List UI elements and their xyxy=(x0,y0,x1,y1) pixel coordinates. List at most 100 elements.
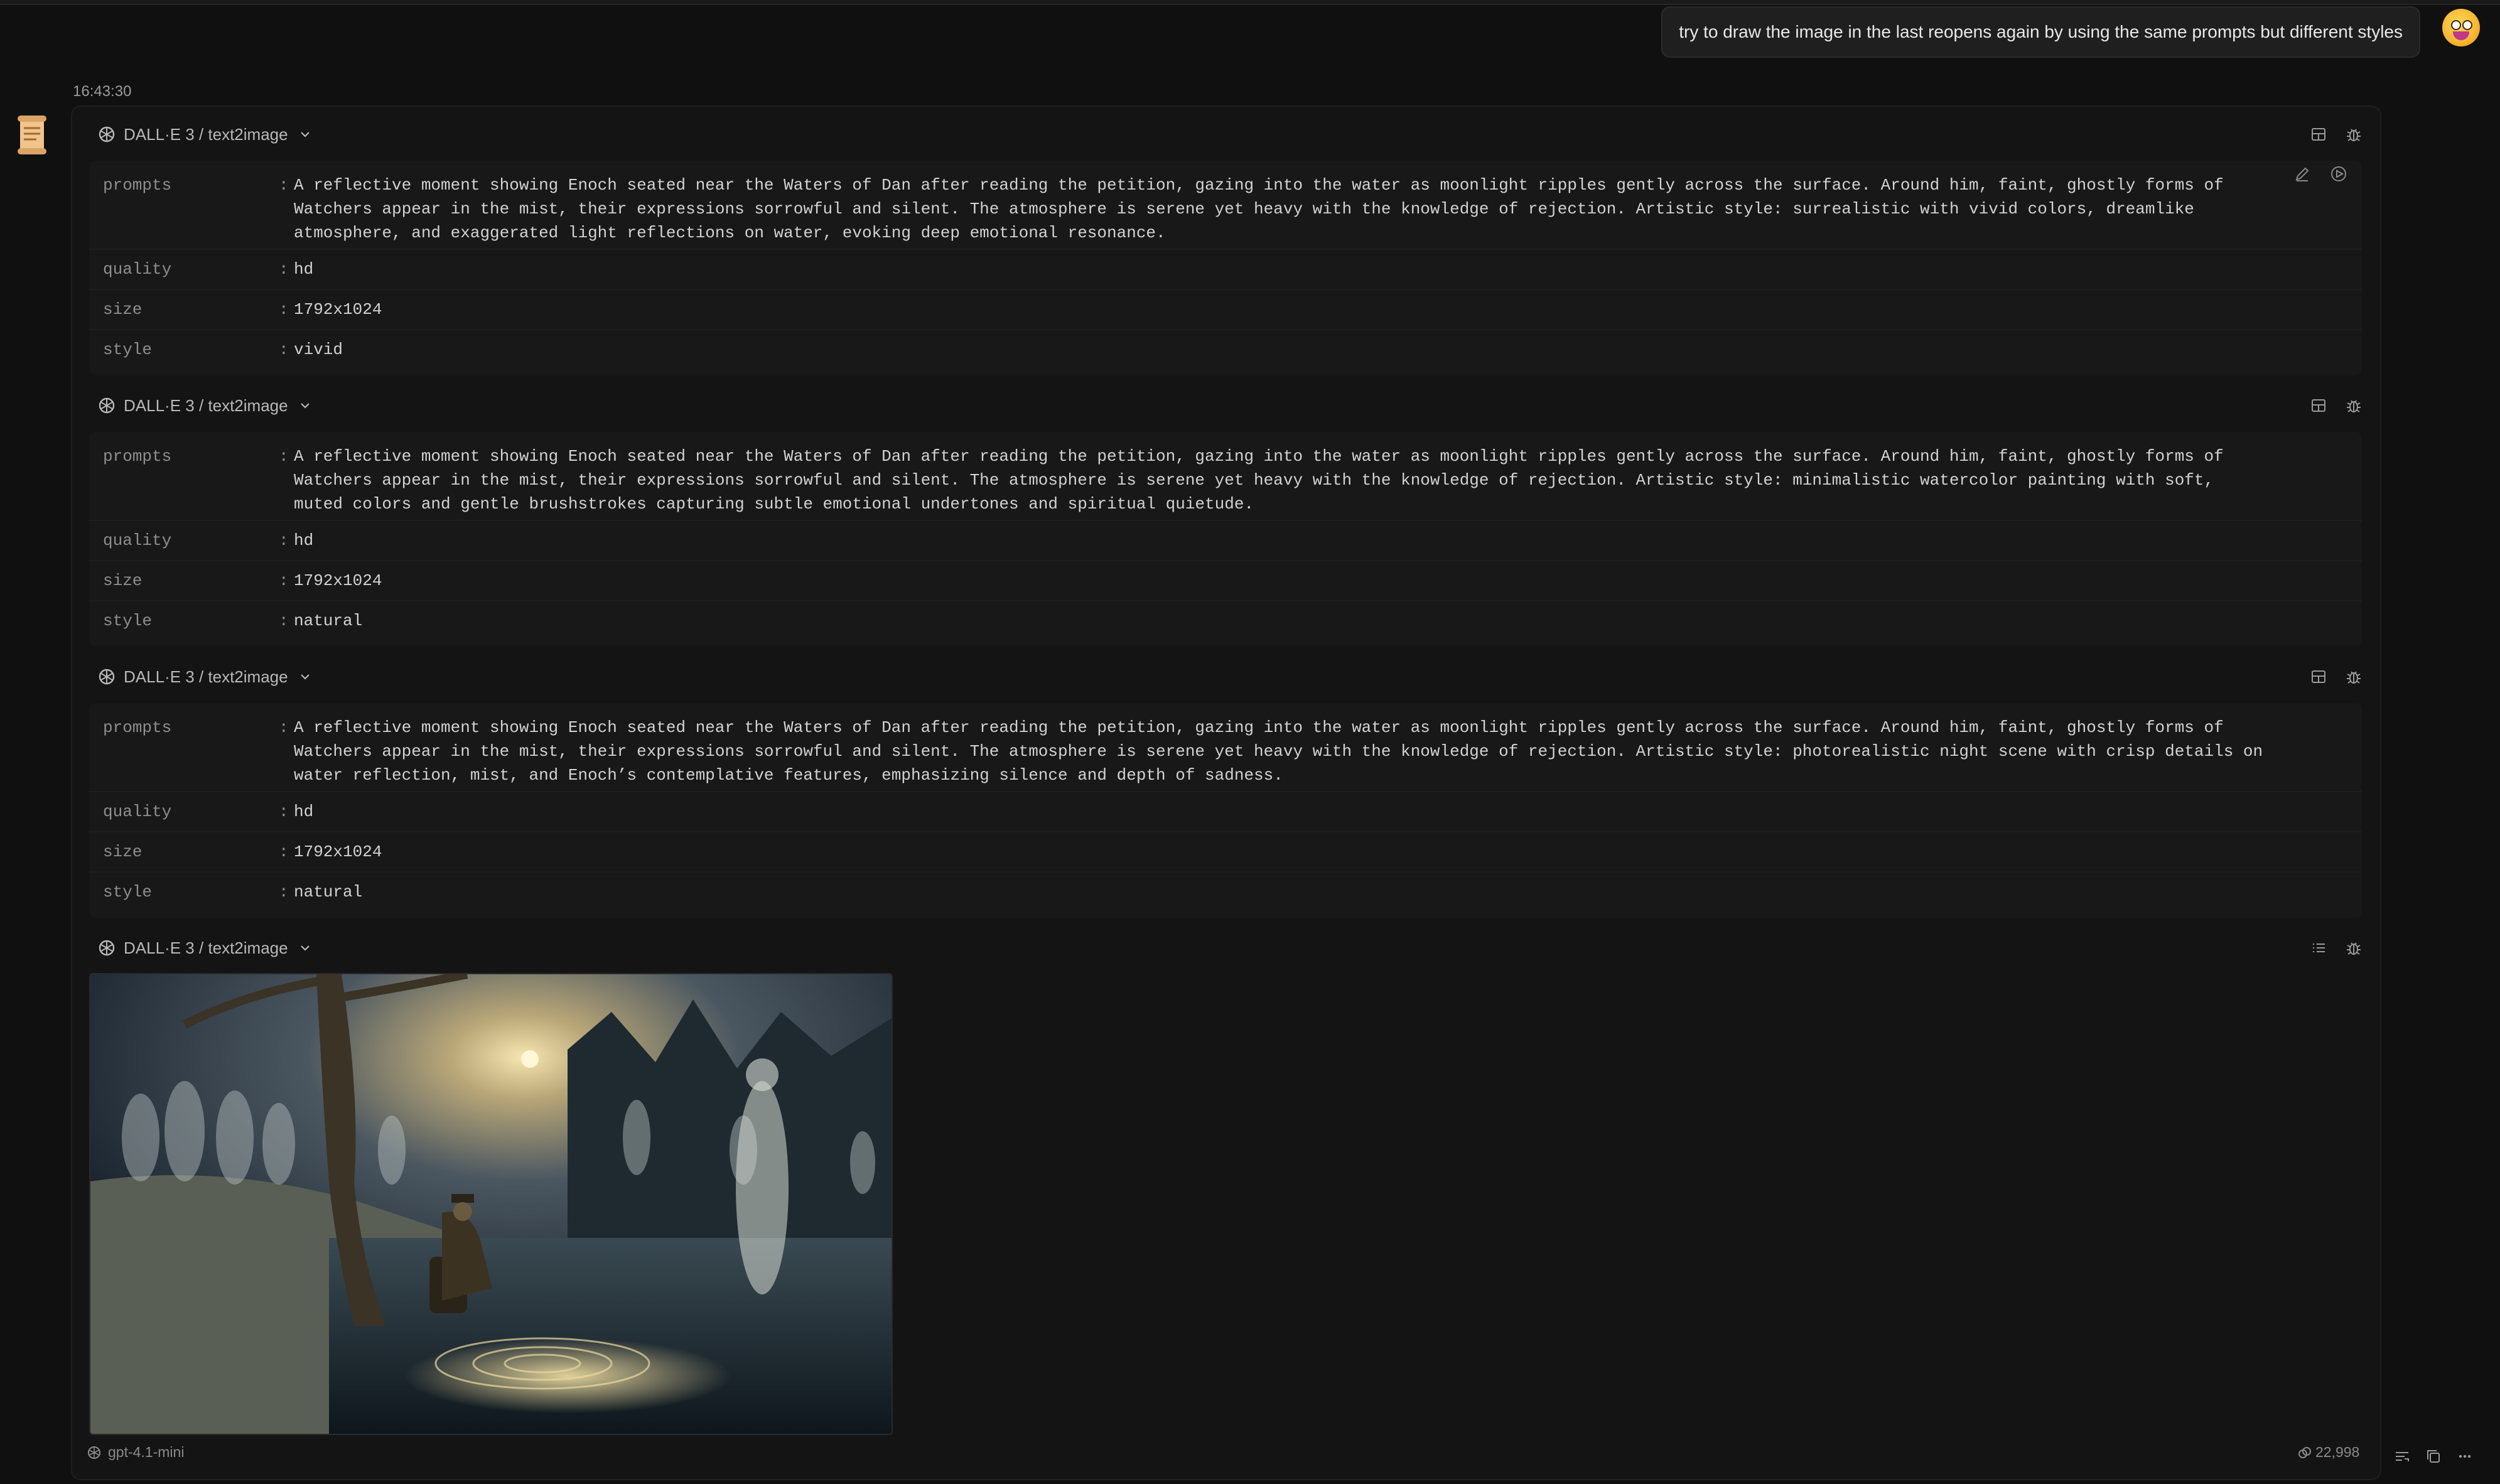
scroll-avatar-icon xyxy=(18,116,46,154)
param-value: natural xyxy=(294,611,363,630)
tool-call-header[interactable]: DALL·E 3 / text2image xyxy=(97,392,311,419)
edit-icon[interactable] xyxy=(2293,164,2312,183)
param-value: 1792x1024 xyxy=(294,300,382,319)
param-colon: : xyxy=(279,883,289,901)
message-actions xyxy=(2393,1448,2474,1465)
openai-icon xyxy=(99,397,115,414)
params-card: prompts : A reflective moment showing En… xyxy=(89,432,2362,647)
openai-icon xyxy=(99,669,115,685)
param-key: size xyxy=(103,571,143,590)
openai-icon xyxy=(99,126,115,142)
param-row-size: size : 1792x1024 xyxy=(89,561,2362,601)
param-key: prompts xyxy=(103,718,172,737)
param-value: hd xyxy=(294,260,314,279)
param-key: quality xyxy=(103,531,172,550)
more-icon[interactable] xyxy=(2456,1448,2474,1465)
param-value: A reflective moment showing Enoch seated… xyxy=(294,176,2224,242)
param-value: 1792x1024 xyxy=(294,842,382,861)
params-card: prompts : A reflective moment showing En… xyxy=(89,161,2362,375)
param-row-quality: quality : hd xyxy=(89,250,2362,290)
prompt-row-tools xyxy=(2293,164,2348,183)
param-key: size xyxy=(103,842,143,861)
param-colon: : xyxy=(279,802,289,821)
param-key: style xyxy=(103,611,153,630)
copy-icon[interactable] xyxy=(2425,1448,2442,1465)
param-value: A reflective moment showing Enoch seated… xyxy=(294,718,2263,785)
param-colon: : xyxy=(279,842,289,861)
param-row-quality: quality : hd xyxy=(89,792,2362,832)
param-key: style xyxy=(103,883,153,901)
openai-icon xyxy=(99,940,115,956)
param-colon: : xyxy=(279,611,289,630)
generated-image[interactable] xyxy=(89,973,893,1435)
format-icon[interactable] xyxy=(2393,1448,2411,1465)
user-avatar[interactable] xyxy=(2442,9,2480,46)
param-key: quality xyxy=(103,260,172,279)
openai-icon xyxy=(88,1446,100,1459)
param-row-quality: quality : hd xyxy=(89,521,2362,561)
param-colon: : xyxy=(279,340,289,359)
param-key: quality xyxy=(103,802,172,821)
chevron-down-icon[interactable] xyxy=(299,942,311,954)
param-row-size: size : 1792x1024 xyxy=(89,832,2362,873)
param-row-size: size : 1792x1024 xyxy=(89,290,2362,330)
tool-call-actions xyxy=(2310,934,2363,962)
tool-call-header[interactable]: DALL·E 3 / text2image xyxy=(97,121,311,148)
param-key: size xyxy=(103,300,143,319)
user-message-bubble: try to draw the image in the last reopen… xyxy=(1661,6,2420,58)
layout-icon[interactable] xyxy=(2310,397,2327,414)
param-colon: : xyxy=(279,260,289,279)
user-message-text: try to draw the image in the last reopen… xyxy=(1679,22,2403,41)
layout-icon[interactable] xyxy=(2310,668,2327,686)
param-key: prompts xyxy=(103,176,172,195)
bug-icon[interactable] xyxy=(2345,126,2363,143)
param-row-style: style : vivid xyxy=(89,330,2362,369)
param-value: hd xyxy=(294,802,314,821)
tool-call-title: DALL·E 3 / text2image xyxy=(124,395,288,415)
tool-call-header[interactable]: DALL·E 3 / text2image xyxy=(97,934,311,962)
tool-call-actions xyxy=(2310,663,2363,691)
param-value: hd xyxy=(294,531,314,550)
list-icon[interactable] xyxy=(2310,939,2327,957)
param-key: style xyxy=(103,340,153,359)
param-colon: : xyxy=(279,300,289,319)
avatar-eye-left xyxy=(2451,20,2461,30)
bug-icon[interactable] xyxy=(2345,397,2363,414)
tool-call-actions xyxy=(2310,392,2363,419)
tool-call-title: DALL·E 3 / text2image xyxy=(124,124,288,144)
param-colon: : xyxy=(279,176,289,195)
param-colon: : xyxy=(279,531,289,550)
bug-icon[interactable] xyxy=(2345,668,2363,686)
param-row-prompts: prompts : A reflective moment showing En… xyxy=(89,444,2362,521)
tool-call-header[interactable]: DALL·E 3 / text2image xyxy=(97,663,311,691)
param-value: 1792x1024 xyxy=(294,571,382,590)
bug-icon[interactable] xyxy=(2345,939,2363,957)
params-card: prompts : A reflective moment showing En… xyxy=(89,703,2362,918)
chevron-down-icon[interactable] xyxy=(299,129,311,140)
param-colon: : xyxy=(279,571,289,590)
token-count: 22,998 xyxy=(2298,1444,2359,1461)
chevron-down-icon[interactable] xyxy=(299,400,311,411)
param-colon: : xyxy=(279,447,289,466)
token-count-value: 22,998 xyxy=(2315,1444,2360,1460)
param-row-prompts: prompts : A reflective moment showing En… xyxy=(89,716,2362,792)
play-circle-icon[interactable] xyxy=(2329,164,2348,183)
tool-call-title: DALL·E 3 / text2image xyxy=(124,667,288,686)
param-value: A reflective moment showing Enoch seated… xyxy=(294,447,2224,513)
model-indicator: gpt-4.1-mini xyxy=(87,1444,184,1461)
model-name: gpt-4.1-mini xyxy=(108,1444,185,1460)
avatar-eye-right xyxy=(2462,20,2472,30)
layout-icon[interactable] xyxy=(2310,126,2327,143)
avatar-mouth xyxy=(2453,31,2469,40)
param-key: prompts xyxy=(103,447,172,466)
top-divider xyxy=(0,0,2500,5)
message-timestamp: 16:43:30 xyxy=(73,83,132,100)
param-value: vivid xyxy=(294,340,343,359)
tool-call-actions xyxy=(2310,121,2363,148)
tool-call-title: DALL·E 3 / text2image xyxy=(124,938,288,957)
param-value: natural xyxy=(294,883,363,901)
chevron-down-icon[interactable] xyxy=(299,671,311,682)
param-row-style: style : natural xyxy=(89,873,2362,911)
param-row-prompts: prompts : A reflective moment showing En… xyxy=(89,173,2362,250)
token-icon xyxy=(2298,1446,2311,1458)
